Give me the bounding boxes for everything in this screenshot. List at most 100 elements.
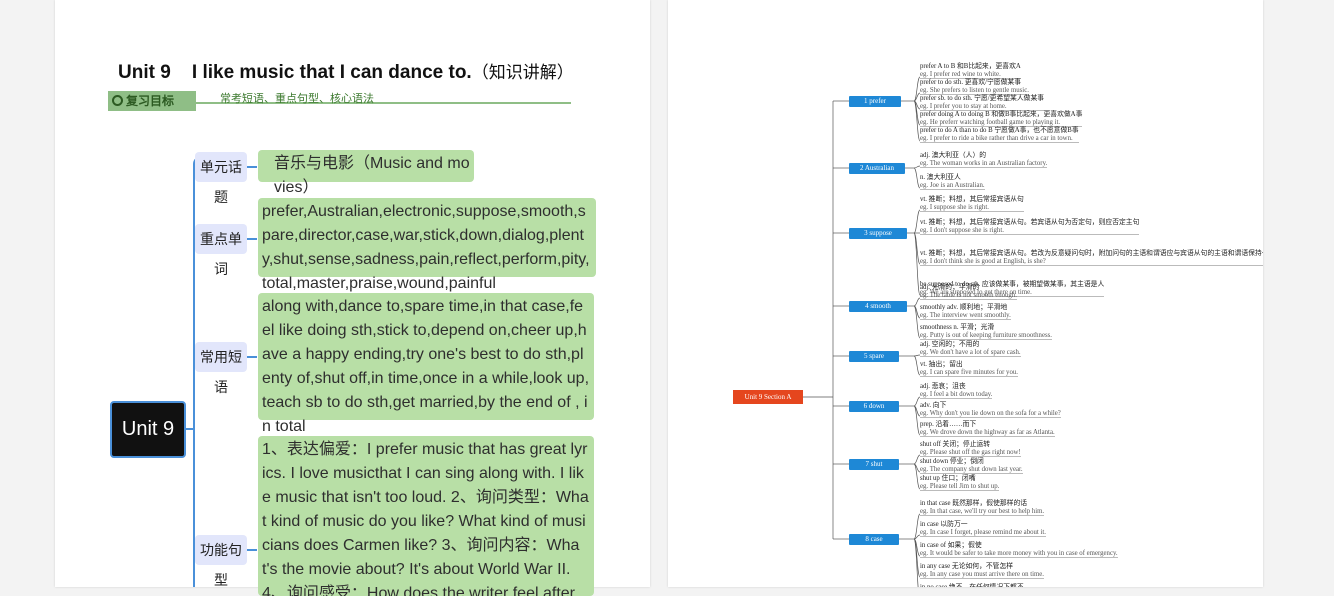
leaf-4-1: adj. 光滑的；平滑的 eg. The table is not smooth … [920, 284, 1017, 300]
leaf-term: shut off 关闭；停止运转 [920, 441, 991, 448]
branch-content-words: prefer,Australian,electronic,suppose,smo… [258, 198, 596, 292]
left-page: Unit 9 I like music that I can dance to.… [55, 0, 650, 596]
leaf-example: eg. He preferr watching football game to… [920, 119, 1083, 127]
leaf-6-2: adv. 向下 eg. Why don't you lie down on the… [920, 402, 1061, 418]
mindmap-root-right: Unit 9 Section A [733, 390, 803, 404]
leaf-term: vt. 推断；料想，其后常接宾语从句。若宾语从句为否定句，则应否定主句 [920, 219, 1140, 226]
branch-connector [247, 356, 257, 358]
branch-content-sentences: 1、表达偏爱：I prefer music that has great lyr… [258, 436, 594, 596]
leaf-term: adj. 光滑的；平滑的 [920, 284, 980, 291]
leaf-term: shut up 住口；闭嘴 [920, 475, 976, 482]
leaf-term: prefer doing A to doing B 和做B事比起来，更喜欢做A事 [920, 111, 1083, 118]
leaf-example: eg. The table is not smooth enough. [920, 291, 1017, 300]
leaf-8-3: in case of 如果；假使 eg. It would be safer to… [920, 542, 1118, 558]
right-page: Unit 9 Section A 1 prefer prefer A to B 和… [668, 0, 1263, 587]
leaf-example: eg. The company shut down last year. [920, 465, 1023, 474]
branch-label-phrases: 常用短语 [195, 342, 247, 395]
review-banner: 复习目标 常考短语、重点句型、核心语法 [108, 91, 571, 113]
leaf-term: prefer to do A than to do B 宁愿做A事，也不愿意做B… [920, 127, 1079, 134]
leaf-example: eg. The interview went smoothly. [920, 311, 1011, 320]
branch-label-words: 重点单词 [195, 224, 247, 277]
review-tag: 复习目标 [108, 91, 196, 111]
leaf-term: vt. 推断；料想，其后常接宾语从句。若改为反意疑问句时，附加问句的主语和谓语应… [920, 250, 1263, 257]
node-7[interactable]: 7 shut [849, 459, 899, 470]
node-5[interactable]: 5 spare [849, 351, 899, 362]
leaf-1-1: prefer A to B 和B比起来，更喜欢A eg. I prefer red… [920, 63, 1021, 79]
node-1[interactable]: 1 prefer [849, 96, 901, 107]
branch-connector [247, 238, 257, 240]
leaf-term: in case of 如果；假使 [920, 542, 982, 549]
leaf-example: eg. In any case you must arrive there on… [920, 570, 1044, 579]
node-4[interactable]: 4 smooth [849, 301, 907, 312]
leaf-5-1: adj. 空闲的；不用的 eg. We don't have a lot of s… [920, 341, 1021, 357]
leaf-1-2: prefer to do sth. 更喜欢/宁愿做某事 eg. She prefe… [920, 79, 1029, 95]
review-subtitle: 常考短语、重点句型、核心语法 [220, 93, 374, 105]
leaf-example: eg. I prefer red wine to white. [920, 71, 1021, 79]
leaf-term: smoothness n. 平滑；光滑 [920, 324, 995, 331]
leaf-term: shut down 停业；倒闭 [920, 458, 984, 465]
node-6[interactable]: 6 down [849, 401, 899, 412]
leaf-7-2: shut down 停业；倒闭 eg. The company shut down… [920, 458, 1023, 474]
leaf-term: in any case 无论如何，不管怎样 [920, 563, 1014, 570]
title-cn: （知识讲解） [471, 63, 574, 82]
node-2[interactable]: 2 Australian [849, 163, 905, 174]
leaf-example: eg. I don't think she is good at English… [920, 258, 1263, 266]
leaf-7-1: shut off 关闭；停止运转 eg. Please shut off the … [920, 441, 1021, 457]
leaf-3-2: vt. 推断；料想，其后常接宾语从句。若宾语从句为否定句，则应否定主句 eg. I… [920, 219, 1140, 235]
leaf-example: eg. She prefers to listen to gentle musi… [920, 86, 1029, 95]
leaf-term: prep. 沿着……而下 [920, 421, 977, 428]
root-connector [186, 428, 194, 430]
leaf-example: eg. We don't have a lot of spare cash. [920, 348, 1021, 357]
leaf-term: adv. 向下 [920, 402, 947, 409]
branch-content-topic: 音乐与电影（Music and movies） [258, 150, 474, 196]
leaf-1-4: prefer doing A to doing B 和做B事比起来，更喜欢做A事… [920, 111, 1083, 127]
leaf-example: eg. I feel a bit down today. [920, 390, 993, 399]
leaf-term: adj. 澳大利亚（人）的 [920, 152, 987, 159]
leaf-6-3: prep. 沿着……而下 eg. We drove down the highwa… [920, 421, 1055, 437]
branch-content-phrases: along with,dance to,spare time,in that c… [258, 293, 594, 435]
leaf-example: eg. In case I forget, please remind me a… [920, 528, 1046, 537]
leaf-2-1: adj. 澳大利亚（人）的 eg. The woman works in an A… [920, 152, 1048, 168]
leaf-example: eg. The woman works in an Australian fac… [920, 159, 1048, 168]
branch-connector [247, 166, 257, 168]
leaf-term: in that case 既然那样，假使那样的话 [920, 500, 1028, 507]
leaf-term: smoothly adv. 顺利地；平滑地 [920, 304, 1008, 311]
leaf-term: in case 以防万一 [920, 521, 968, 528]
title-en: Unit 9 I like music that I can dance to. [118, 62, 472, 83]
leaf-example: eg. Putty is out of keeping furniture sm… [920, 331, 1052, 340]
leaf-1-3: prefer sb. to do sth. 宁愿/更希望某人做某事 eg. I p… [920, 95, 1045, 111]
page-title: Unit 9 I like music that I can dance to.… [118, 58, 574, 84]
leaf-5-2: vt. 抽出；留出 eg. I can spare five minutes fo… [920, 361, 1018, 377]
leaf-term: adj. 空闲的；不用的 [920, 341, 980, 348]
leaf-8-2: in case 以防万一 eg. In case I forget, please… [920, 521, 1046, 537]
leaf-8-4: in any case 无论如何，不管怎样 eg. In any case you… [920, 563, 1044, 579]
leaf-3-1: vt. 推断；料想，其后常接宾语从句 eg. I suppose she is r… [920, 196, 1024, 212]
leaf-7-3: shut up 住口；闭嘴 eg. Please tell Jim to shut… [920, 475, 1000, 491]
leaf-term: adj. 悲哀；沮丧 [920, 383, 966, 390]
leaf-term: prefer to do sth. 更喜欢/宁愿做某事 [920, 79, 1021, 86]
leaf-example: eg. Joe is an Australian. [920, 181, 985, 190]
leaf-example: eg. In that case, we'll try our best to … [920, 507, 1045, 516]
leaf-term: vt. 推断；料想，其后常接宾语从句 [920, 196, 1024, 203]
mindmap-root: Unit 9 [110, 401, 186, 458]
node-3[interactable]: 3 suppose [849, 228, 907, 239]
leaf-4-2: smoothly adv. 顺利地；平滑地 eg. The interview w… [920, 304, 1011, 320]
leaf-example: eg. I prefer you to stay at home. [920, 103, 1045, 111]
branch-connector [247, 549, 257, 551]
review-tag-label: 复习目标 [126, 94, 175, 108]
target-icon [112, 95, 123, 106]
leaf-example: eg. I suppose she is right. [920, 204, 1024, 212]
leaf-8-1: in that case 既然那样，假使那样的话 eg. In that case… [920, 500, 1045, 516]
leaf-example: eg. I don't suppose she is right. [920, 227, 1140, 235]
leaf-example: eg. Please shut off the gas right now! [920, 448, 1021, 457]
leaf-term: prefer sb. to do sth. 宁愿/更希望某人做某事 [920, 95, 1045, 102]
leaf-term: n. 澳大利亚人 [920, 174, 961, 181]
leaf-4-3: smoothness n. 平滑；光滑 eg. Putty is out of k… [920, 324, 1052, 340]
leaf-example: eg. Why don't you lie down on the sofa f… [920, 409, 1061, 418]
leaf-example: eg. I can spare five minutes for you. [920, 368, 1018, 377]
branch-label-topic: 单元话题 [195, 152, 247, 205]
leaf-term: vt. 抽出；留出 [920, 361, 963, 368]
leaf-example: eg. It would be safer to take more money… [920, 549, 1118, 558]
node-8[interactable]: 8 case [849, 534, 899, 545]
leaf-2-2: n. 澳大利亚人 eg. Joe is an Australian. [920, 174, 985, 190]
